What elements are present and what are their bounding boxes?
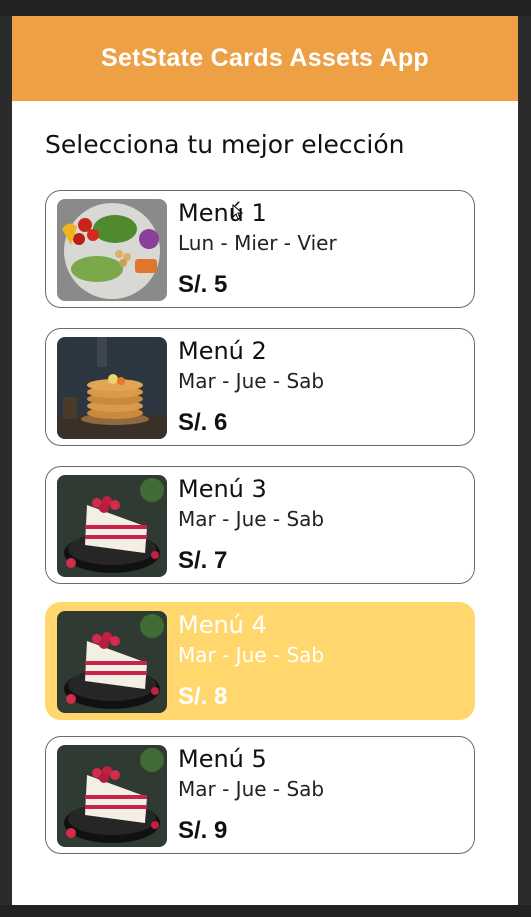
- salad-bowl-image: [57, 199, 167, 301]
- menu-price: S/. 5: [178, 271, 228, 298]
- menu-name: Menú 3: [178, 475, 267, 503]
- menu-days: Mar - Jue - Sab: [178, 369, 325, 393]
- menu-price: S/. 6: [178, 409, 228, 436]
- menu-days: Mar - Jue - Sab: [178, 507, 325, 531]
- raspberry-cake-image: [57, 745, 167, 847]
- menu-days: Mar - Jue - Sab: [178, 643, 325, 667]
- mouse-cursor-icon: [232, 203, 244, 220]
- window-top-bar: [0, 0, 531, 16]
- raspberry-cake-image: [57, 475, 167, 577]
- menu-name: Menú 5: [178, 745, 267, 773]
- app-screen: SetState Cards Assets App Selecciona tu …: [12, 16, 518, 905]
- app-title: SetState Cards Assets App: [101, 44, 429, 72]
- menu-days: Lun - Mier - Vier: [178, 231, 337, 255]
- menu-price: S/. 7: [178, 547, 228, 574]
- menu-days: Mar - Jue - Sab: [178, 777, 325, 801]
- menu-card-3[interactable]: Menú 3 Mar - Jue - Sab S/. 7: [45, 466, 475, 584]
- window-bottom-bar: [0, 905, 531, 917]
- menu-name: Menú 2: [178, 337, 267, 365]
- menu-price: S/. 9: [178, 817, 228, 844]
- menu-name: Menú 4: [178, 611, 267, 639]
- menu-price: S/. 8: [178, 683, 228, 710]
- menu-card-5[interactable]: Menú 5 Mar - Jue - Sab S/. 9: [45, 736, 475, 854]
- app-bar: SetState Cards Assets App: [12, 16, 518, 101]
- raspberry-cake-image: [57, 611, 167, 713]
- menu-name: Menú 1: [178, 199, 267, 227]
- menu-card-1[interactable]: Menú 1 Lun - Mier - Vier S/. 5: [45, 190, 475, 308]
- pancake-stack-image: [57, 337, 167, 439]
- page-heading: Selecciona tu mejor elección: [45, 130, 405, 159]
- menu-card-4[interactable]: Menú 4 Mar - Jue - Sab S/. 8: [45, 602, 475, 720]
- menu-card-2[interactable]: Menú 2 Mar - Jue - Sab S/. 6: [45, 328, 475, 446]
